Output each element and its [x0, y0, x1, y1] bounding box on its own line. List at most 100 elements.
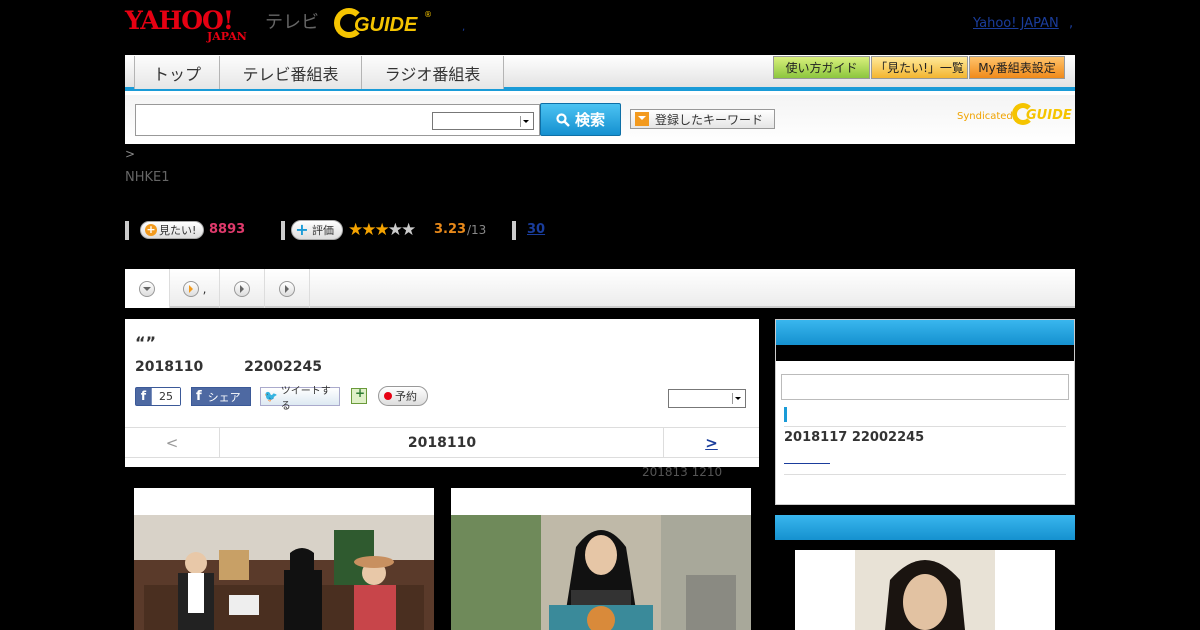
play-icon — [234, 280, 250, 297]
plus-icon: + — [145, 223, 157, 236]
sidebar-panel: 2018117 22002245 — [775, 319, 1075, 505]
search-icon — [556, 112, 570, 127]
play-icon — [182, 280, 199, 297]
facebook-icon: f — [136, 388, 152, 405]
reserve-button[interactable]: 予約 — [378, 386, 428, 406]
sidebar-header — [776, 320, 1074, 345]
yahoo-japan-logo[interactable]: YAHOO! JAPAN — [125, 6, 265, 43]
search-row: 検索 登録したキーワード Syndicated GUIDE — [125, 95, 1075, 144]
updated-timestamp: 201813 1210 — [642, 465, 723, 479]
main-nav: トップ テレビ番組表 ラジオ番組表 使い方ガイド 「見たい!」一覧 My番組表設… — [125, 55, 1075, 144]
next-episode-link[interactable]: > — [663, 428, 759, 457]
channel-name: NHKE1 — [125, 170, 170, 185]
facebook-share-button[interactable]: f シェア — [191, 387, 251, 406]
tab-radio-schedule[interactable]: ラジオ番組表 — [362, 56, 504, 89]
divider — [784, 474, 1066, 475]
star-icon: ★ — [387, 220, 403, 240]
stat-divider — [281, 221, 285, 240]
facebook-icon: f — [196, 389, 202, 404]
search-button[interactable]: 検索 — [540, 103, 621, 136]
breadcrumb[interactable]: > — [125, 147, 135, 161]
facebook-like-count: 25 — [152, 388, 180, 405]
header-link-separator: , — [1069, 16, 1074, 31]
program-photo-card[interactable] — [134, 488, 434, 630]
sidebar-link[interactable] — [784, 456, 830, 464]
subtab-4[interactable] — [265, 269, 310, 308]
program-title: “” — [135, 333, 157, 352]
subtab-3[interactable] — [220, 269, 265, 308]
program-photo-card[interactable] — [451, 488, 751, 630]
program-photo — [451, 515, 751, 630]
chevron-down-icon — [520, 116, 531, 127]
syndicated-gguide-logo: GUIDE — [1012, 103, 1072, 127]
star-icon: ★ — [348, 220, 363, 240]
sidebar-cast-panel — [775, 515, 1075, 630]
star-icon: ★ — [401, 220, 416, 240]
mitai-count: 8893 — [209, 222, 246, 237]
mitai-button[interactable]: + 見たい! — [140, 221, 204, 239]
facebook-share-label: シェア — [207, 390, 241, 404]
registered-keywords-button[interactable]: 登録したキーワード — [630, 109, 775, 129]
mitai-label: 見たい! — [159, 224, 197, 237]
sidebar-datetime: 2018117 22002245 — [784, 430, 925, 445]
previous-episode[interactable]: < — [125, 428, 220, 457]
facebook-like-button[interactable]: f 25 — [135, 387, 181, 406]
rating-count: /13 — [467, 223, 487, 237]
tv-label: テレビ — [265, 12, 319, 33]
subtab-2[interactable]: , — [170, 269, 220, 308]
rate-button[interactable]: + 評価 — [291, 220, 343, 240]
record-dot-icon — [384, 392, 392, 400]
syn-logo-text: GUIDE — [1026, 108, 1072, 123]
cast-photo-image — [795, 550, 1055, 630]
sidebar-header — [775, 515, 1075, 540]
tab-tv-schedule[interactable]: テレビ番組表 — [220, 56, 362, 89]
tab-top[interactable]: トップ — [135, 56, 220, 89]
dropdown-arrow-icon — [635, 112, 649, 126]
nav-tabs: トップ テレビ番組表 ラジオ番組表 — [134, 56, 504, 89]
star-rating: ★★★★★ — [348, 220, 416, 240]
chevron-down-icon — [139, 280, 155, 297]
plus-icon: + — [295, 220, 309, 239]
star-icon: ★ — [374, 220, 390, 240]
cast-photo[interactable] — [795, 550, 1055, 630]
episode-nav: < 2018110 > — [125, 427, 759, 458]
registered-mark: ® — [424, 10, 432, 19]
add-calendar-icon[interactable] — [351, 386, 367, 404]
chevron-down-icon — [732, 393, 743, 404]
review-count-link[interactable]: 30 — [527, 222, 545, 237]
subtab-2-label: , — [202, 281, 207, 296]
usage-guide-button[interactable]: 使い方ガイド — [773, 56, 870, 79]
search-button-label: 検索 — [574, 111, 605, 129]
program-photo — [134, 515, 434, 630]
yahoo-japan-link[interactable]: Yahoo! JAPAN — [973, 16, 1059, 31]
sidebar-title-bar — [776, 345, 1074, 361]
star-icon: ★ — [361, 220, 376, 240]
header-separator: , — [462, 22, 466, 33]
tweet-label: ツイートする — [280, 385, 331, 412]
twitter-bird-icon: 🐦 — [264, 390, 278, 403]
gguide-logo[interactable]: GUIDE ® — [334, 6, 434, 42]
program-subtabs: , — [125, 269, 1075, 308]
section-marker — [784, 407, 787, 422]
keyword-button-label: 登録したキーワード — [655, 112, 764, 127]
rate-label: 評価 — [312, 224, 334, 237]
program-datetime: 2018110 22002245 — [135, 359, 322, 375]
stat-divider — [125, 221, 129, 240]
program-date: 2018110 — [135, 359, 204, 375]
divider — [784, 426, 1066, 427]
rating-value: 3.23 — [434, 222, 467, 237]
mitai-list-button[interactable]: 「見たい!」一覧 — [871, 56, 968, 79]
my-schedule-settings-button[interactable]: My番組表設定 — [969, 56, 1065, 79]
sidebar-input[interactable] — [781, 374, 1069, 400]
play-icon — [279, 280, 295, 297]
search-category-select[interactable] — [432, 112, 534, 130]
syndicated-label: Syndicated — [957, 111, 1013, 122]
subtab-1[interactable] — [125, 269, 170, 308]
program-select[interactable] — [668, 389, 746, 408]
stat-divider — [512, 221, 516, 240]
japan-logo-text: JAPAN — [207, 30, 247, 43]
tweet-button[interactable]: 🐦 ツイートする — [260, 386, 340, 412]
nav-buttons: 使い方ガイド 「見たい!」一覧 My番組表設定 — [773, 56, 1065, 79]
nav-bar: トップ テレビ番組表 ラジオ番組表 使い方ガイド 「見たい!」一覧 My番組表設… — [125, 55, 1075, 91]
site-header: YAHOO! JAPAN テレビ GUIDE ® , Yahoo! JAPAN … — [125, 0, 1075, 55]
